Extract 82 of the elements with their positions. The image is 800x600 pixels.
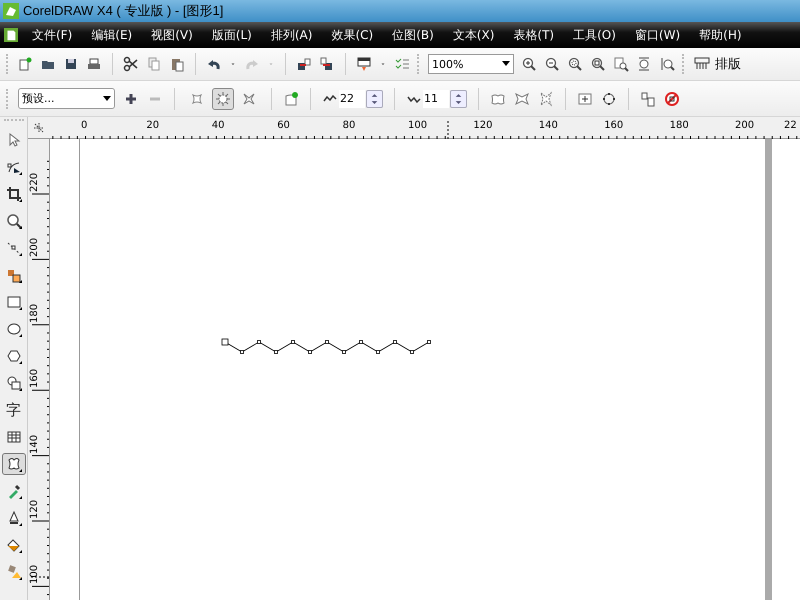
ruler-label: 140 <box>538 120 558 131</box>
document-icon[interactable] <box>4 27 18 43</box>
ruler-label: 120 <box>29 500 40 519</box>
add-node-icon[interactable] <box>283 90 299 106</box>
ruler-label: 60 <box>277 120 290 131</box>
menu-item[interactable]: 工具(O) <box>573 26 616 44</box>
text-tool[interactable]: 字 <box>2 399 26 421</box>
clipboard-icon[interactable] <box>169 56 185 72</box>
menu-item[interactable]: 编辑(E) <box>91 26 132 44</box>
pinched-shape-icon[interactable] <box>514 90 530 106</box>
menu-item[interactable]: 文本(X) <box>452 26 494 44</box>
ruler-label: 20 <box>146 120 160 131</box>
prohibited-icon[interactable] <box>664 90 680 106</box>
ruler-label: 120 <box>473 120 492 131</box>
export-icon[interactable] <box>319 56 335 72</box>
ruler-label: 180 <box>29 304 40 323</box>
caret-icon[interactable] <box>103 96 111 102</box>
spin-buttons[interactable] <box>366 90 383 108</box>
menu-item[interactable]: 位图(B) <box>392 26 434 44</box>
menu-item[interactable]: 版面(L) <box>212 26 252 44</box>
amplitude-input[interactable]: 11 <box>423 90 449 108</box>
menu-item[interactable]: 视图(V) <box>151 26 193 44</box>
printer-icon[interactable] <box>86 56 102 72</box>
ruler-origin-icon[interactable] <box>33 122 45 134</box>
line-nodes-icon[interactable] <box>6 240 22 256</box>
menu-item[interactable]: 文件(F) <box>32 26 72 44</box>
ruler-label: 160 <box>29 369 40 388</box>
preset-dropdown[interactable]: 预设... <box>18 88 115 109</box>
ruler-label: 140 <box>29 434 40 454</box>
zoom-out-icon[interactable] <box>544 56 560 72</box>
centered-shape-icon[interactable] <box>577 90 593 106</box>
ruler-label: 40 <box>212 120 225 131</box>
zoom-objects-icon[interactable] <box>590 56 606 72</box>
interactive-fill-icon[interactable] <box>6 564 22 580</box>
copy-properties-icon[interactable] <box>640 90 656 106</box>
ruler-label: 100 <box>408 120 428 131</box>
crop-icon[interactable] <box>6 186 22 202</box>
menu-item[interactable]: 排列(A) <box>270 26 312 44</box>
ruler-label: 160 <box>604 120 624 131</box>
window-title: CorelDRAW X4 ( 专业版 ) - [图形1] <box>23 2 224 20</box>
basic-shapes-icon[interactable] <box>6 375 22 391</box>
ruler-label: 22 <box>784 120 797 131</box>
spin-buttons[interactable] <box>450 90 467 108</box>
distort-shape-icon[interactable] <box>6 456 22 472</box>
app-logo-icon <box>3 3 19 19</box>
zoom-height-icon[interactable] <box>659 56 675 72</box>
ellipse-icon[interactable] <box>6 321 22 337</box>
zoom-in-icon[interactable] <box>521 56 537 72</box>
layout-icon[interactable] <box>693 56 711 72</box>
distort-shape-tool[interactable] <box>2 453 26 475</box>
layout-button[interactable]: 排版 <box>693 55 741 73</box>
copy-icon[interactable] <box>146 56 162 72</box>
save-icon[interactable] <box>63 56 79 72</box>
menu-item[interactable]: 效果(C) <box>331 26 374 44</box>
table-icon[interactable] <box>6 429 22 445</box>
menu-item[interactable]: 表格(T) <box>513 26 554 44</box>
polygon-icon[interactable] <box>6 348 22 364</box>
import-icon[interactable] <box>296 56 312 72</box>
ruler-label: 220 <box>29 172 40 192</box>
ruler-label: 80 <box>342 120 356 131</box>
fill-bucket-icon[interactable] <box>6 537 22 553</box>
ruler-label: 200 <box>735 120 754 131</box>
ruler-label: 100 <box>29 565 40 584</box>
zoom-dropdown[interactable]: 100% <box>428 54 514 74</box>
new-document-icon[interactable] <box>17 56 33 72</box>
zoom-selection-icon[interactable] <box>567 56 583 72</box>
zoom-page-icon[interactable] <box>613 56 629 72</box>
ruler-label: 200 <box>29 238 40 258</box>
circle-nodes-icon[interactable] <box>601 90 617 106</box>
zoom-width-icon[interactable] <box>636 56 652 72</box>
zoom-icon[interactable] <box>6 213 22 229</box>
window-icon[interactable] <box>356 56 372 72</box>
smart-fill-icon[interactable] <box>6 267 22 283</box>
rectangle-icon[interactable] <box>6 294 22 310</box>
caret-icon[interactable] <box>502 61 510 67</box>
menu-item[interactable]: 帮助(H) <box>699 26 742 44</box>
spiky-shape-icon[interactable] <box>538 90 554 106</box>
frequency-input[interactable]: 22 <box>339 90 365 108</box>
ruler-label: 180 <box>670 120 689 131</box>
menu-item[interactable]: 窗口(W) <box>634 26 680 44</box>
ruler-label: 0 <box>81 120 88 131</box>
scissors-icon[interactable] <box>123 56 139 72</box>
